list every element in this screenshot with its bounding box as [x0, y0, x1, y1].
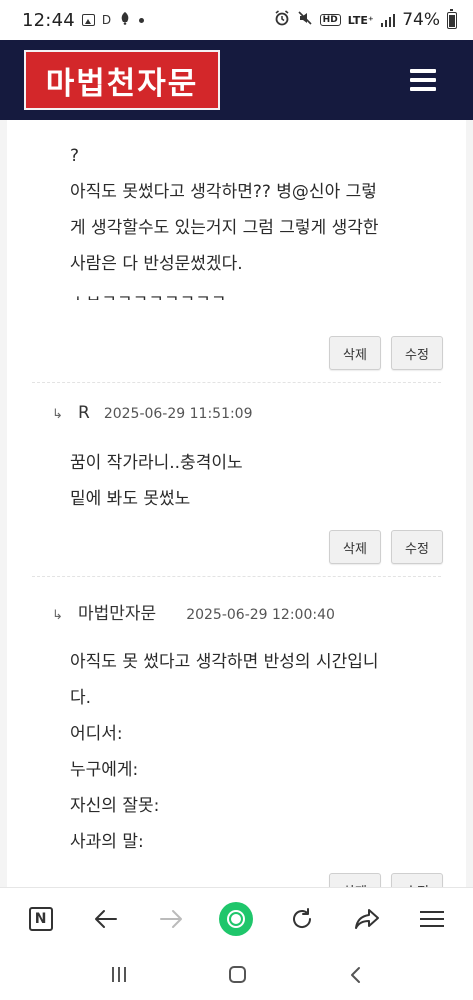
comment-3-actions: 삭제 수정: [329, 873, 443, 887]
system-navbar: [0, 949, 473, 1000]
image-icon: [81, 14, 95, 26]
battery-percent: 74%: [402, 10, 440, 30]
comment-3-body: 아직도 못 썼다고 생각하면 반성의 시간입니 다. 어디서: 누구에게: 자신…: [32, 644, 441, 860]
comment-line: ?: [70, 146, 80, 166]
comment-author: 마법만자문: [78, 604, 157, 624]
comment-2: ↳ R 2025-06-29 11:51:09 꿈이 작가라니..충격이노 밑에…: [32, 403, 441, 517]
battery-icon: [447, 8, 457, 29]
comment-line: 게 생각할수도 있는거지 그럼 그렇게 생각한: [70, 218, 379, 238]
share-button[interactable]: [346, 898, 388, 940]
green-circle-icon: [219, 901, 254, 936]
forward-arrow-icon: [160, 909, 183, 928]
comment-line: 아직도 못 썼다고 생각하면 반성의 시간입니: [70, 652, 379, 672]
signal-icon: [380, 13, 396, 27]
app-icon: [118, 11, 132, 29]
comment-line: 꿈이 작가라니..충격이노: [70, 453, 243, 473]
divider: [32, 382, 441, 383]
comment-area: ? 아직도 못썼다고 생각하면?? 병@신아 그렇 게 생각할수도 있는거지 그…: [0, 120, 473, 887]
dot-icon: [139, 17, 145, 23]
comment-author: R: [78, 403, 90, 423]
comment-card: ? 아직도 못썼다고 생각하면?? 병@신아 그렇 게 생각할수도 있는거지 그…: [7, 120, 466, 887]
edit-button[interactable]: 수정: [391, 530, 443, 564]
comment-line: 아직도 못썼다고 생각하면?? 병@신아 그렇: [70, 182, 377, 202]
menu-bar: [410, 69, 436, 73]
status-right: HD LTE⁺ 74%: [274, 8, 457, 30]
comment-1-actions: 삭제 수정: [329, 336, 443, 370]
alarm-icon: [274, 10, 290, 30]
delete-button[interactable]: 삭제: [329, 873, 381, 887]
menu-button[interactable]: [410, 69, 436, 91]
menu-icon: [420, 910, 445, 927]
site-logo[interactable]: 마법천자문: [24, 50, 220, 110]
battery-fill: [449, 15, 455, 27]
lte-icon: LTE⁺: [347, 13, 374, 27]
comment-1: ? 아직도 못썼다고 생각하면?? 병@신아 그렇 게 생각할수도 있는거지 그…: [32, 139, 441, 300]
status-bar: 12:44 D HD LTE⁺ 74%: [0, 0, 473, 40]
comment-2-header: ↳ R 2025-06-29 11:51:09: [32, 403, 441, 423]
back-icon[interactable]: [349, 966, 361, 984]
menu-bar: [410, 78, 436, 82]
comment-3: ↳ 마법만자문 2025-06-29 12:00:40 아직도 못 썼다고 생각…: [32, 599, 441, 860]
delete-button[interactable]: 삭제: [329, 530, 381, 564]
menu-bar: [410, 87, 436, 91]
share-icon: [355, 908, 380, 929]
edit-button[interactable]: 수정: [391, 336, 443, 370]
back-button[interactable]: [85, 898, 127, 940]
forward-button[interactable]: [150, 898, 192, 940]
comment-3-header: ↳ 마법만자문 2025-06-29 12:00:40: [32, 599, 441, 624]
n-home-button[interactable]: N: [20, 898, 62, 940]
comment-line: 사람은 다 반성문썼겠다.: [70, 254, 243, 274]
comment-line: 누구에게:: [70, 760, 139, 780]
refresh-icon: [292, 907, 311, 928]
delete-button[interactable]: 삭제: [329, 336, 381, 370]
comment-2-actions: 삭제 수정: [329, 530, 443, 564]
comment-date: 2025-06-29 12:00:40: [186, 607, 335, 623]
status-left: 12:44 D: [22, 9, 145, 31]
menu-toolbar-button[interactable]: [411, 898, 453, 940]
n-home-icon: N: [28, 906, 53, 931]
status-time: 12:44: [22, 9, 75, 31]
divider: [32, 576, 441, 577]
site-header: 마법천자문: [0, 40, 473, 120]
comment-1-body: ? 아직도 못썼다고 생각하면?? 병@신아 그렇 게 생각할수도 있는거지 그…: [32, 138, 441, 300]
refresh-button[interactable]: [281, 898, 323, 940]
comment-line: 어디서:: [70, 724, 123, 744]
mute-icon: [297, 10, 313, 30]
hd-icon: HD: [319, 14, 341, 26]
comment-line: 사과의 말:: [70, 832, 144, 852]
comment-line: 자신의 잘못:: [70, 796, 160, 816]
comment-line: 다.: [70, 688, 92, 708]
d-icon: D: [101, 13, 112, 27]
comment-date: 2025-06-29 11:51:09: [103, 406, 253, 422]
comment-2-body: 꿈이 작가라니..충격이노 밑에 봐도 못썼노: [32, 445, 441, 517]
browser-toolbar: N: [0, 887, 473, 949]
back-arrow-icon: [94, 909, 117, 928]
comment-line: ㅅㅂㅋㅋㅋㅋㅋㅋㅋㅋ: [70, 282, 441, 300]
home-icon[interactable]: [228, 966, 246, 983]
green-circle-button[interactable]: [215, 898, 257, 940]
comment-line: 밑에 봐도 못썼노: [70, 489, 191, 509]
reply-arrow-icon: ↳: [52, 407, 63, 422]
reply-arrow-icon: ↳: [52, 608, 63, 623]
edit-button[interactable]: 수정: [391, 873, 443, 887]
recent-apps-icon[interactable]: [111, 967, 126, 982]
